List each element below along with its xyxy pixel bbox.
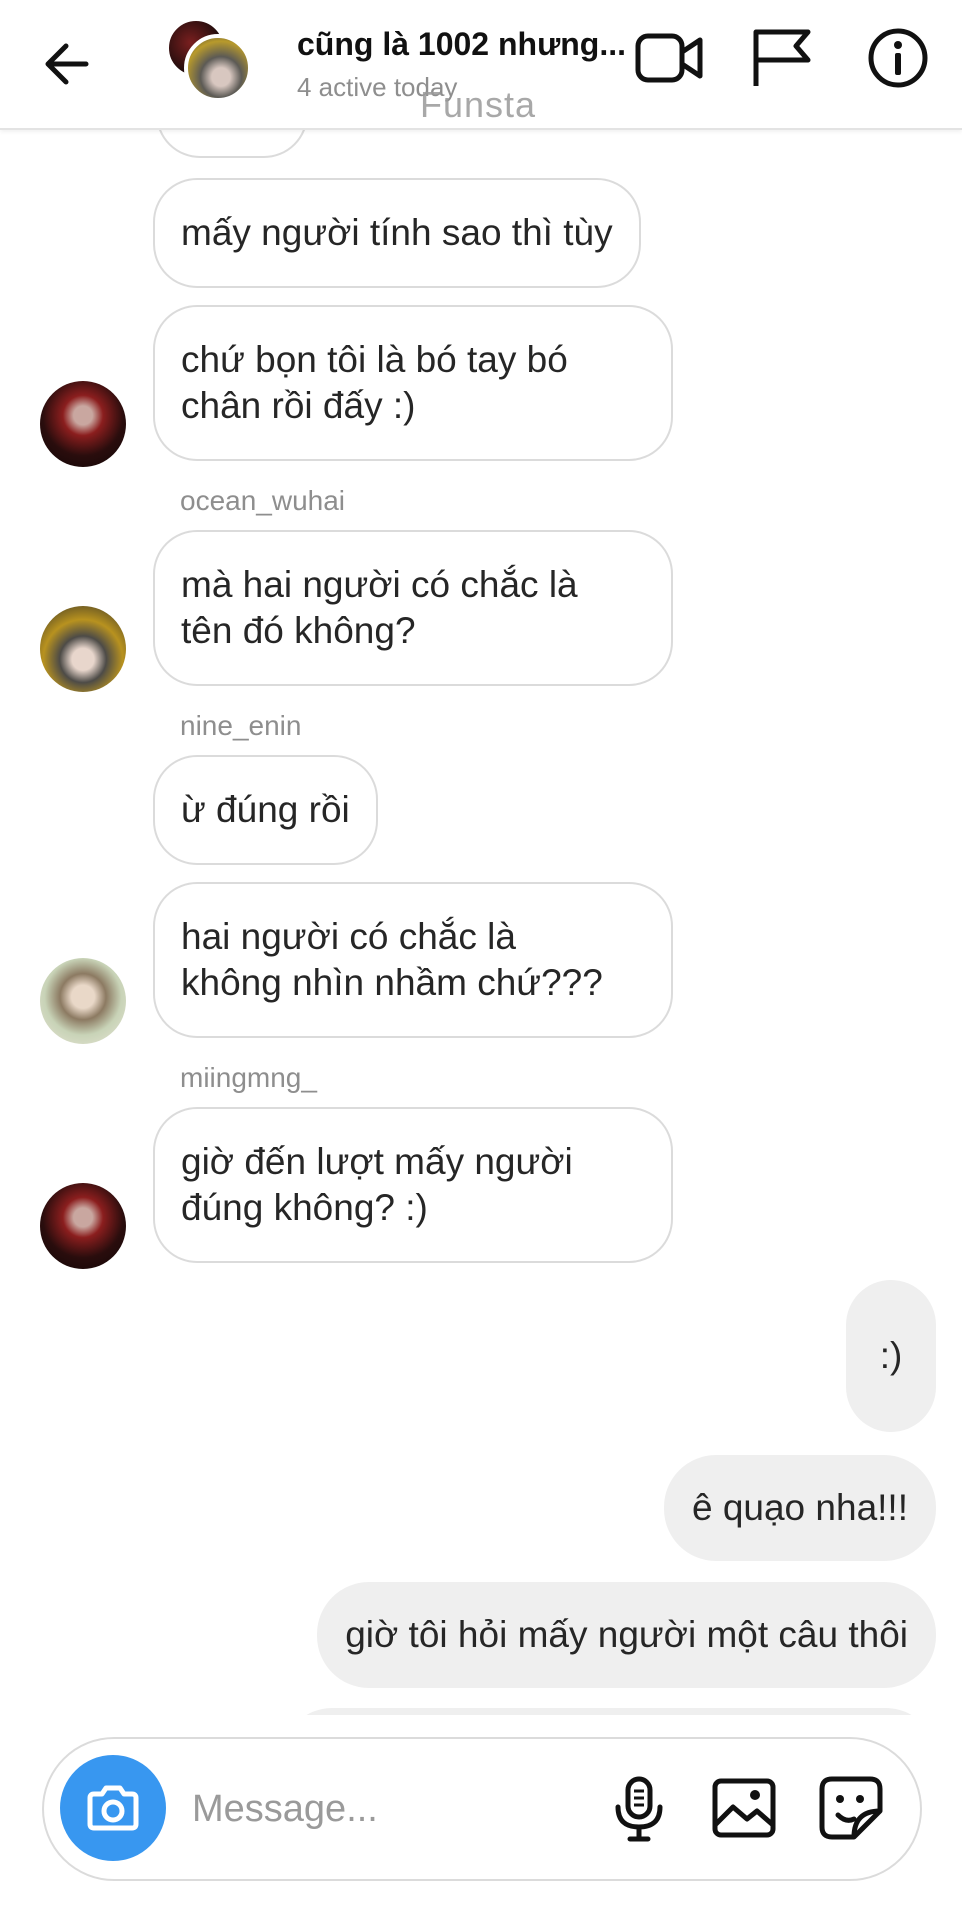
camera-button[interactable] [60,1755,166,1861]
message-bubble-outgoing[interactable]: :) [846,1280,936,1432]
avatar[interactable] [40,381,126,467]
chat-title[interactable]: cũng là 1002 nhưng... [297,26,626,63]
message-bubble-partial[interactable] [156,130,308,158]
info-button[interactable] [866,26,936,90]
message-text: chân rồi đấy :) [181,385,416,426]
message-text: không nhìn nhầm chứ??? [181,962,603,1003]
camera-icon [87,1785,139,1831]
message-thread[interactable]: mấy người tính sao thì tùy chứ bọn tôi l… [0,130,962,1715]
group-avatar-front [184,34,252,102]
watermark: Funsta [420,84,537,125]
sender-name: ocean_wuhai [180,485,346,516]
message-bubble[interactable]: mà hai người có chắc là tên đó không? [153,530,673,686]
message-text: chứ bọn tôi là bó tay bó [181,339,568,380]
message-bubble-outgoing-partial[interactable] [282,1708,936,1715]
voice-message-button[interactable] [604,1773,674,1843]
avatar[interactable] [40,1183,126,1269]
video-icon [635,33,703,83]
message-text: ê quạo nha!!! [691,1487,908,1528]
back-button[interactable] [40,36,96,92]
message-bubble[interactable]: chứ bọn tôi là bó tay bó chân rồi đấy :) [153,305,673,461]
group-avatar[interactable] [166,18,256,102]
gallery-button[interactable] [709,1773,779,1843]
message-text: hai người có chắc là [181,916,516,957]
message-text: đúng không? :) [181,1187,428,1228]
avatar[interactable] [40,606,126,692]
sender-name: nine_enin [180,710,302,741]
sender-name: miingmng_ [180,1062,317,1093]
sticker-button[interactable] [816,1773,886,1843]
sticker-icon [819,1776,883,1840]
avatar[interactable] [40,958,126,1044]
message-input[interactable] [192,1779,612,1839]
message-text: mà hai người có chắc là [181,564,578,605]
message-bubble-outgoing[interactable]: giờ tôi hỏi mấy người một câu thôi [317,1582,936,1688]
video-call-button[interactable] [634,26,704,90]
message-text: giờ đến lượt mấy người [181,1141,573,1182]
gallery-icon [712,1778,776,1838]
message-text: mấy người tính sao thì tùy [181,212,613,253]
flag-icon [753,29,811,86]
message-bubble[interactable]: mấy người tính sao thì tùy [153,178,641,288]
info-icon [868,28,928,88]
microphone-icon [615,1776,663,1842]
message-text: giờ tôi hỏi mấy người một câu thôi [345,1614,908,1655]
message-bubble[interactable]: giờ đến lượt mấy người đúng không? :) [153,1107,673,1263]
message-text: :) [879,1335,903,1376]
message-text: tên đó không? [181,610,416,651]
chat-header: cũng là 1002 nhưng... 4 active today Fun… [0,0,962,130]
report-button[interactable] [748,26,818,90]
message-text: ừ đúng rồi [181,789,350,830]
message-composer [42,1737,922,1881]
message-bubble[interactable]: hai người có chắc là không nhìn nhầm chứ… [153,882,673,1038]
message-bubble[interactable]: ừ đúng rồi [153,755,378,865]
message-bubble-outgoing[interactable]: ê quạo nha!!! [663,1455,936,1561]
back-arrow-icon [45,43,89,85]
